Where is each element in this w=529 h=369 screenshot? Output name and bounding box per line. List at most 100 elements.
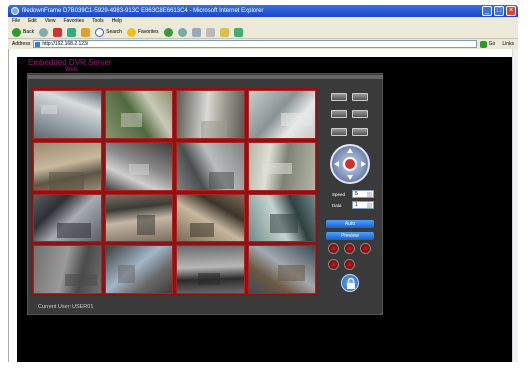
camera-scene-lobby	[198, 273, 221, 285]
forward-icon[interactable]	[39, 27, 49, 37]
layout-button-3[interactable]	[360, 243, 371, 254]
star-icon	[126, 27, 136, 37]
menu-edit[interactable]: Edit	[28, 17, 37, 26]
camera-feed-9[interactable]	[33, 193, 102, 243]
stop-icon[interactable]	[53, 27, 63, 37]
media-icon[interactable]	[163, 27, 173, 37]
camera-feed-2[interactable]	[104, 90, 173, 139]
layout-button-2[interactable]	[344, 243, 355, 254]
preview-button[interactable]: Preview	[326, 232, 374, 240]
back-label: Back	[23, 29, 35, 35]
camera-feed-8[interactable]	[247, 141, 316, 191]
camera-scene-corridor	[128, 163, 149, 176]
search-icon	[95, 27, 105, 37]
menu-file[interactable]: File	[12, 17, 20, 26]
camera-scene-hall	[208, 171, 234, 189]
camera-scene-floor	[64, 273, 98, 287]
lock-icon	[347, 277, 355, 289]
camera-feed-3[interactable]	[176, 90, 245, 139]
camera-feed-4[interactable]	[247, 90, 316, 139]
speed-select[interactable]: 5	[352, 190, 374, 198]
camera-scene-road	[120, 112, 143, 128]
address-input[interactable]: http://192.168.2.123/	[33, 40, 477, 48]
vertical-scrollbar[interactable]	[512, 49, 518, 362]
data-select[interactable]: 1	[352, 201, 374, 209]
app-title: Embedded DVR Server	[28, 58, 112, 67]
menu-view[interactable]: View	[45, 17, 56, 26]
camera-feed-5[interactable]	[33, 141, 102, 191]
current-user-value: USER01	[72, 304, 94, 310]
camera-scene-shop	[278, 264, 306, 282]
camera-feed-12[interactable]	[247, 193, 316, 243]
camera-scene-window	[118, 265, 136, 284]
ctrl-button-6[interactable]	[352, 128, 368, 136]
page-icon	[35, 42, 41, 47]
window-titlebar: filedownFrame D7B039C1-5929-4983-913C E8…	[8, 5, 518, 17]
go-button[interactable]: Go	[479, 40, 500, 48]
camera-feed-13[interactable]	[33, 245, 102, 294]
layout-button-4[interactable]	[328, 259, 339, 270]
go-arrow-icon	[479, 40, 487, 48]
camera-scene-room	[281, 112, 312, 126]
camera-feed-11[interactable]	[176, 193, 245, 243]
history-icon[interactable]	[177, 27, 187, 37]
mail-icon[interactable]	[191, 27, 201, 37]
camera-scene-counter	[190, 222, 214, 237]
messenger-icon[interactable]	[233, 27, 243, 37]
window-title: filedownFrame D7B039C1-5929-4983-913C E8…	[22, 8, 264, 14]
layout-button-5[interactable]	[344, 259, 355, 270]
links-label[interactable]: Links	[502, 41, 518, 47]
menu-tools[interactable]: Tools	[92, 17, 104, 26]
print-icon[interactable]	[205, 27, 215, 37]
ctrl-button-1[interactable]	[331, 93, 347, 101]
minimize-button[interactable]: _	[482, 6, 492, 16]
camera-feed-6[interactable]	[104, 141, 173, 191]
maximize-button[interactable]: □	[494, 6, 504, 16]
ptz-joystick[interactable]	[330, 144, 370, 184]
menu-help[interactable]: Help	[112, 17, 122, 26]
search-label: Search	[106, 29, 122, 35]
camera-scene-store	[270, 214, 299, 234]
camera-scene-corridor2	[136, 214, 156, 236]
refresh-icon[interactable]	[67, 27, 77, 37]
search-button[interactable]: Search	[95, 27, 122, 37]
address-bar: Address http://192.168.2.123/ Go Links	[8, 39, 518, 49]
address-label: Address	[12, 41, 31, 47]
camera-scene-parking	[40, 105, 58, 115]
lock-button[interactable]	[341, 274, 359, 292]
camera-feed-14[interactable]	[104, 245, 173, 294]
camera-feed-1[interactable]	[33, 90, 102, 139]
camera-grid	[31, 88, 318, 296]
camera-feed-16[interactable]	[247, 245, 316, 294]
ie-icon	[11, 7, 19, 15]
ptz-center-button[interactable]	[343, 157, 357, 171]
back-button[interactable]: Back	[12, 27, 35, 37]
browser-toolbar: Back Search Favorites	[8, 26, 518, 39]
ctrl-button-2[interactable]	[352, 93, 368, 101]
camera-feed-7[interactable]	[176, 141, 245, 191]
favorites-button[interactable]: Favorites	[126, 27, 159, 37]
folder-icon[interactable]	[219, 27, 229, 37]
camera-scene-office	[48, 172, 84, 190]
home-icon[interactable]	[81, 27, 91, 37]
back-arrow-icon	[12, 27, 21, 37]
speed-label: Speed	[332, 192, 346, 197]
ctrl-button-5[interactable]	[331, 128, 347, 136]
camera-scene-warehouse	[56, 223, 91, 239]
camera-scene-stairs	[262, 163, 292, 174]
menu-favorites[interactable]: Favorites	[63, 17, 84, 26]
auto-button[interactable]: Auto	[326, 220, 374, 228]
current-user-label: Current User:	[38, 304, 72, 310]
camera-feed-15[interactable]	[176, 245, 245, 294]
ctrl-button-3[interactable]	[331, 110, 347, 118]
panel-header-strip	[28, 75, 383, 79]
address-url: http://192.168.2.123/	[42, 41, 89, 47]
camera-feed-10[interactable]	[104, 193, 173, 243]
data-label: Data	[332, 203, 342, 208]
go-label: Go	[488, 41, 496, 47]
favorites-label: Favorites	[137, 29, 159, 35]
ctrl-button-4[interactable]	[352, 110, 368, 118]
layout-button-1[interactable]	[328, 243, 339, 254]
close-button[interactable]: ×	[506, 6, 516, 16]
menu-bar: File Edit View Favorites Tools Help	[8, 17, 518, 26]
